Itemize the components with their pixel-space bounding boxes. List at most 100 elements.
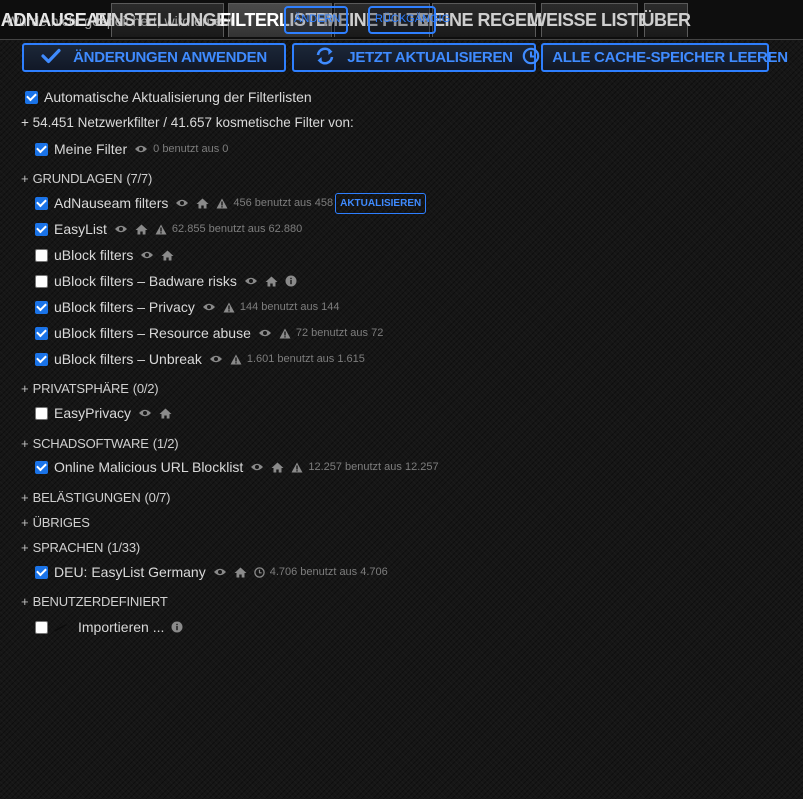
list-item: Meine Filter 0 benutzt aus 0 xyxy=(35,139,228,159)
list-item: uBlock filters – Badware risks xyxy=(35,271,297,291)
update-now-label: Jetzt aktualisieren xyxy=(347,49,513,66)
apply-changes-label: Änderungen anwenden xyxy=(73,49,267,66)
filter-summary: + 54.451 Netzwerkfilter / 41.657 kosmeti… xyxy=(21,112,354,132)
ublock-badware-label: uBlock filters – Badware risks xyxy=(54,273,237,289)
section-malware[interactable]: + Schadsoftware (1/2) xyxy=(21,433,179,453)
warning-icon xyxy=(230,354,242,365)
expand-icon: + xyxy=(21,593,29,609)
update-now-button[interactable]: Jetzt aktualisieren xyxy=(292,43,536,72)
pen-icon xyxy=(52,622,68,632)
section-privacy-count: (0/2) xyxy=(132,380,159,396)
tab-my-rules[interactable]: Meine Regeln xyxy=(419,3,550,37)
home-icon[interactable] xyxy=(196,198,209,209)
section-privacy[interactable]: + Privatsphäre (0/2) xyxy=(21,378,159,398)
update-list-button[interactable]: aktualisieren xyxy=(335,192,427,214)
overlay-revert-button[interactable] xyxy=(368,6,436,34)
expand-icon: + xyxy=(21,170,29,186)
eye-icon[interactable] xyxy=(138,408,152,418)
ublock-unbreak-stat: 1.601 benutzt aus 1.615 xyxy=(246,353,365,365)
expand-icon: + xyxy=(21,435,29,451)
auto-update-checkbox[interactable] xyxy=(25,90,38,104)
section-languages-title: Sprachen xyxy=(32,539,104,555)
ublock-resource-stat: 72 benutzt aus 72 xyxy=(295,327,384,339)
malicious-url-stat: 12.257 benutzt aus 12.257 xyxy=(308,461,439,473)
list-item: EasyList 62.855 benutzt aus 62.880 xyxy=(35,219,302,239)
eye-icon[interactable] xyxy=(250,462,264,472)
eye-icon[interactable] xyxy=(209,354,223,364)
ublock-resource-checkbox[interactable] xyxy=(35,326,48,340)
easylist-label: EasyList xyxy=(54,221,107,237)
my-filters-checkbox[interactable] xyxy=(35,142,48,156)
section-misc[interactable]: + Übriges xyxy=(21,512,90,532)
expand-icon: + xyxy=(21,489,29,505)
info-icon[interactable] xyxy=(285,275,297,287)
section-languages[interactable]: + Sprachen (1/33) xyxy=(21,537,140,557)
list-item: uBlock filters xyxy=(35,245,174,265)
home-icon[interactable] xyxy=(135,224,148,235)
overlay-apply-button[interactable] xyxy=(284,6,348,34)
list-item: uBlock filters – Unbreak 1.601 benutzt a… xyxy=(35,349,365,369)
eye-icon[interactable] xyxy=(140,250,154,260)
eye-icon[interactable] xyxy=(114,224,128,234)
my-filters-stat: 0 benutzt aus 0 xyxy=(153,143,229,155)
malicious-url-checkbox[interactable] xyxy=(35,460,48,474)
easylist-germany-stat: 4.706 benutzt aus 4.706 xyxy=(269,566,388,578)
ublock-privacy-checkbox[interactable] xyxy=(35,300,48,314)
tab-settings[interactable]: Einstellungen xyxy=(95,3,241,37)
ublock-resource-label: uBlock filters – Resource abuse xyxy=(54,325,251,341)
easyprivacy-label: EasyPrivacy xyxy=(54,405,132,421)
auto-update-row: Automatische Aktualisierung der Filterli… xyxy=(25,87,312,107)
refresh-icon xyxy=(315,46,335,69)
expand-icon: + xyxy=(21,380,29,396)
tab-bar: AdNauseam Einstellungen Filterlisten Mei… xyxy=(0,0,803,40)
tab-whitelist[interactable]: Weisse Liste xyxy=(529,3,650,37)
eye-icon[interactable] xyxy=(175,198,189,208)
clock-icon xyxy=(253,566,265,578)
filter-summary-text: + 54.451 Netzwerkfilter / 41.657 kosmeti… xyxy=(21,114,354,130)
section-annoyances-title: Belästigungen xyxy=(32,489,141,505)
list-item: DEU: EasyList Germany 4.706 benutzt aus … xyxy=(35,562,388,582)
adnauseam-filters-stat: 456 benutzt aus 458 xyxy=(233,197,334,209)
ublock-unbreak-label: uBlock filters – Unbreak xyxy=(54,351,202,367)
eye-icon[interactable] xyxy=(202,302,216,312)
section-annoyances[interactable]: + Belästigungen (0/7) xyxy=(21,487,170,507)
ublock-filters-checkbox[interactable] xyxy=(35,248,48,262)
easyprivacy-checkbox[interactable] xyxy=(35,406,48,420)
action-bar: Änderungen anwenden Jetzt aktualisieren … xyxy=(0,43,803,73)
eye-icon[interactable] xyxy=(258,328,272,338)
section-malware-count: (1/2) xyxy=(152,435,179,451)
eye-icon[interactable] xyxy=(134,144,148,154)
section-languages-count: (1/33) xyxy=(107,539,140,555)
ublock-privacy-stat: 144 benutzt aus 144 xyxy=(239,301,340,313)
home-icon[interactable] xyxy=(271,462,284,473)
import-checkbox[interactable] xyxy=(35,620,48,634)
section-annoyances-count: (0/7) xyxy=(144,489,171,505)
easylist-germany-checkbox[interactable] xyxy=(35,565,48,579)
list-item: EasyPrivacy xyxy=(35,403,172,423)
section-basics-title: Grundlagen xyxy=(32,170,123,186)
eye-icon[interactable] xyxy=(244,276,258,286)
section-custom[interactable]: + Benutzerdefiniert xyxy=(21,591,168,611)
adnauseam-filters-checkbox[interactable] xyxy=(35,196,48,210)
tab-adnauseam[interactable]: AdNauseam xyxy=(1,3,114,37)
import-label[interactable]: Importieren ... xyxy=(78,619,164,635)
warning-icon xyxy=(216,198,228,209)
easylist-checkbox[interactable] xyxy=(35,222,48,236)
home-icon[interactable] xyxy=(265,276,278,287)
home-icon[interactable] xyxy=(159,408,172,419)
ublock-badware-checkbox[interactable] xyxy=(35,274,48,288)
ublock-unbreak-checkbox[interactable] xyxy=(35,352,48,366)
tab-about[interactable]: Über xyxy=(642,3,691,37)
home-icon[interactable] xyxy=(234,567,247,578)
eye-icon[interactable] xyxy=(213,567,227,577)
section-basics[interactable]: + Grundlagen (7/7) xyxy=(21,168,152,188)
clock-icon xyxy=(522,47,540,69)
expand-icon: + xyxy=(21,539,29,555)
purge-caches-button[interactable]: Alle Cache-Speicher leeren xyxy=(522,43,788,72)
my-filters-label: Meine Filter xyxy=(54,141,128,157)
apply-changes-button[interactable]: Änderungen anwenden xyxy=(22,43,286,72)
ublock-filters-label: uBlock filters xyxy=(54,247,134,263)
info-icon[interactable] xyxy=(171,621,183,633)
check-icon xyxy=(41,48,61,68)
home-icon[interactable] xyxy=(161,250,174,261)
